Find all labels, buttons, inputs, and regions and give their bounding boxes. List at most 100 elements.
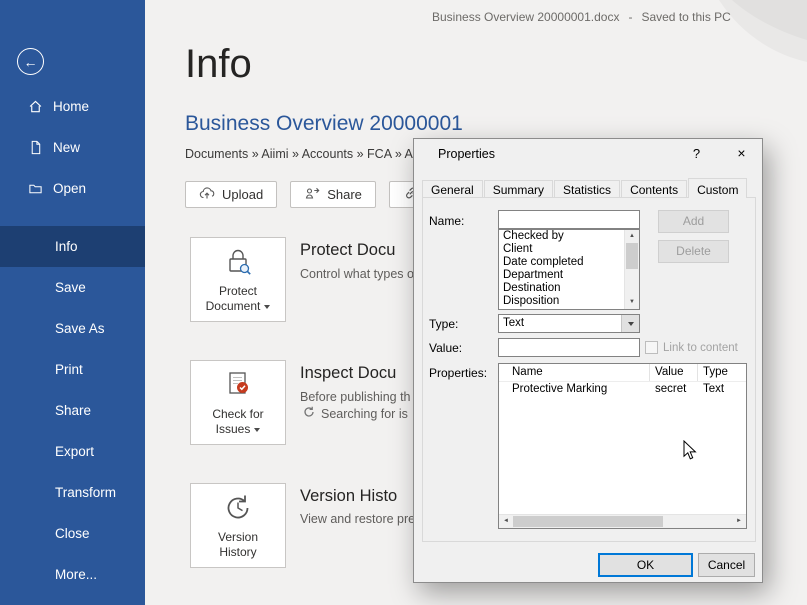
inspect-document-icon — [221, 368, 255, 402]
list-item[interactable]: Department — [499, 269, 639, 282]
table-cell-value: secret — [650, 382, 698, 397]
sidebar-top-group: Home New Open — [0, 86, 145, 209]
scrollbar-thumb[interactable] — [513, 516, 663, 527]
tab-custom[interactable]: Custom — [688, 178, 747, 198]
table-header-value[interactable]: Value — [650, 364, 698, 381]
dialog-close-button[interactable]: × — [719, 139, 764, 168]
backstage-sidebar: ← Home New Open Inf — [0, 0, 145, 605]
list-item[interactable]: Disposition — [499, 295, 639, 308]
table-header-name[interactable]: Name — [499, 364, 650, 381]
sidebar-item-label: Save — [55, 280, 86, 295]
add-button[interactable]: Add — [658, 210, 729, 233]
new-document-icon — [28, 140, 43, 155]
scroll-up-icon[interactable]: ▲ — [625, 230, 639, 243]
inspect-section-heading: Inspect Docu — [300, 364, 396, 383]
sidebar-item-label: Open — [53, 181, 86, 196]
type-dropdown[interactable]: Text — [498, 314, 640, 333]
tab-general[interactable]: General — [422, 180, 483, 197]
check-for-issues-button[interactable]: Check for Issues — [190, 360, 286, 445]
properties-dialog: Properties ? × General Summary Statistic… — [413, 138, 763, 583]
property-name-listbox[interactable]: Checked by Client Date completed Departm… — [498, 229, 640, 310]
scroll-left-icon[interactable]: ◄ — [499, 515, 513, 528]
version-history-icon — [221, 491, 255, 525]
sidebar-item-print[interactable]: Print — [0, 349, 145, 390]
sidebar-item-new[interactable]: New — [0, 127, 145, 168]
link-to-content-checkbox[interactable]: Link to content — [645, 341, 738, 354]
sidebar-item-save[interactable]: Save — [0, 267, 145, 308]
inspect-status-line: Searching for is — [303, 406, 408, 421]
dropdown-caret-icon — [264, 305, 270, 309]
upload-button[interactable]: Upload — [185, 181, 277, 208]
list-item[interactable]: Destination — [499, 282, 639, 295]
delete-button[interactable]: Delete — [658, 240, 729, 263]
tab-statistics[interactable]: Statistics — [554, 180, 620, 197]
version-history-button[interactable]: Version History — [190, 483, 286, 568]
sidebar-item-label: New — [53, 140, 80, 155]
name-field-label: Name: — [429, 214, 464, 228]
sidebar-item-label: Info — [55, 239, 78, 254]
sidebar-item-more[interactable]: More... — [0, 554, 145, 595]
list-item[interactable]: Client — [499, 243, 639, 256]
value-field-label: Value: — [429, 341, 462, 355]
sidebar-item-open[interactable]: Open — [0, 168, 145, 209]
name-input[interactable] — [498, 210, 640, 229]
dropdown-caret-icon — [254, 428, 260, 432]
inspect-status-text: Searching for is — [321, 407, 408, 421]
scrollbar-thumb[interactable] — [626, 243, 638, 269]
lock-icon — [221, 245, 255, 279]
checkbox-label: Link to content — [663, 342, 738, 354]
document-filename: Business Overview 20000001.docx — [432, 10, 619, 24]
sidebar-item-transform[interactable]: Transform — [0, 472, 145, 513]
dialog-tab-strip: General Summary Statistics Contents Cust… — [422, 178, 748, 198]
table-cell-type: Text — [698, 382, 746, 397]
ok-button[interactable]: OK — [598, 553, 693, 577]
sidebar-item-label: Export — [55, 444, 94, 459]
sidebar-nav-group: Info Save Save As Print Share Export Tra… — [0, 226, 145, 595]
value-input[interactable] — [498, 338, 640, 357]
table-cell-name: Protective Marking — [499, 382, 650, 397]
sidebar-item-info[interactable]: Info — [0, 226, 145, 267]
tile-label-line: Protect — [219, 284, 257, 299]
sidebar-item-save-as[interactable]: Save As — [0, 308, 145, 349]
tile-label-line: Version — [218, 530, 258, 545]
protect-section-body: Control what types o — [300, 267, 414, 281]
word-backstage-window: ← Home New Open Inf — [0, 0, 807, 605]
cancel-button[interactable]: Cancel — [698, 553, 755, 577]
sidebar-item-label: Transform — [55, 485, 116, 500]
dialog-help-button[interactable]: ? — [674, 139, 719, 168]
close-icon: × — [737, 145, 745, 161]
sidebar-item-label: Save As — [55, 321, 105, 336]
tab-contents[interactable]: Contents — [621, 180, 687, 197]
inspect-section-body: Before publishing th — [300, 390, 411, 404]
listbox-vertical-scrollbar[interactable]: ▲ ▼ — [624, 230, 639, 309]
protect-document-button[interactable]: Protect Document — [190, 237, 286, 322]
tab-summary[interactable]: Summary — [484, 180, 553, 197]
back-button[interactable]: ← — [17, 48, 44, 75]
table-header-type[interactable]: Type — [698, 364, 746, 381]
sidebar-item-share[interactable]: Share — [0, 390, 145, 431]
sidebar-item-export[interactable]: Export — [0, 431, 145, 472]
list-item[interactable]: Date completed — [499, 256, 639, 269]
tile-label-line: Document — [206, 299, 271, 314]
scroll-down-icon[interactable]: ▼ — [625, 296, 639, 309]
sidebar-item-home[interactable]: Home — [0, 86, 145, 127]
home-icon — [28, 99, 43, 114]
title-separator: - — [628, 10, 632, 24]
sidebar-item-close[interactable]: Close — [0, 513, 145, 554]
save-status: Saved to this PC — [641, 10, 730, 24]
tile-label-line: Issues — [216, 422, 261, 437]
checkbox-icon — [645, 341, 658, 354]
page-title: Info — [185, 42, 252, 87]
back-arrow-icon: ← — [24, 54, 38, 70]
table-header-row: Name Value Type — [499, 364, 746, 382]
scroll-right-icon[interactable]: ► — [732, 515, 746, 528]
table-horizontal-scrollbar[interactable]: ◄ ► — [499, 514, 746, 528]
list-item[interactable]: Checked by — [499, 230, 639, 243]
custom-tab-page: Name: Add Delete Checked by Client Date … — [422, 197, 756, 542]
dropdown-button[interactable] — [621, 315, 639, 332]
share-button[interactable]: Share — [290, 181, 376, 208]
upload-button-label: Upload — [222, 187, 263, 202]
sidebar-item-label: Home — [53, 99, 89, 114]
table-row[interactable]: Protective Marking secret Text — [499, 382, 746, 397]
versions-section-heading: Version Histo — [300, 487, 397, 506]
